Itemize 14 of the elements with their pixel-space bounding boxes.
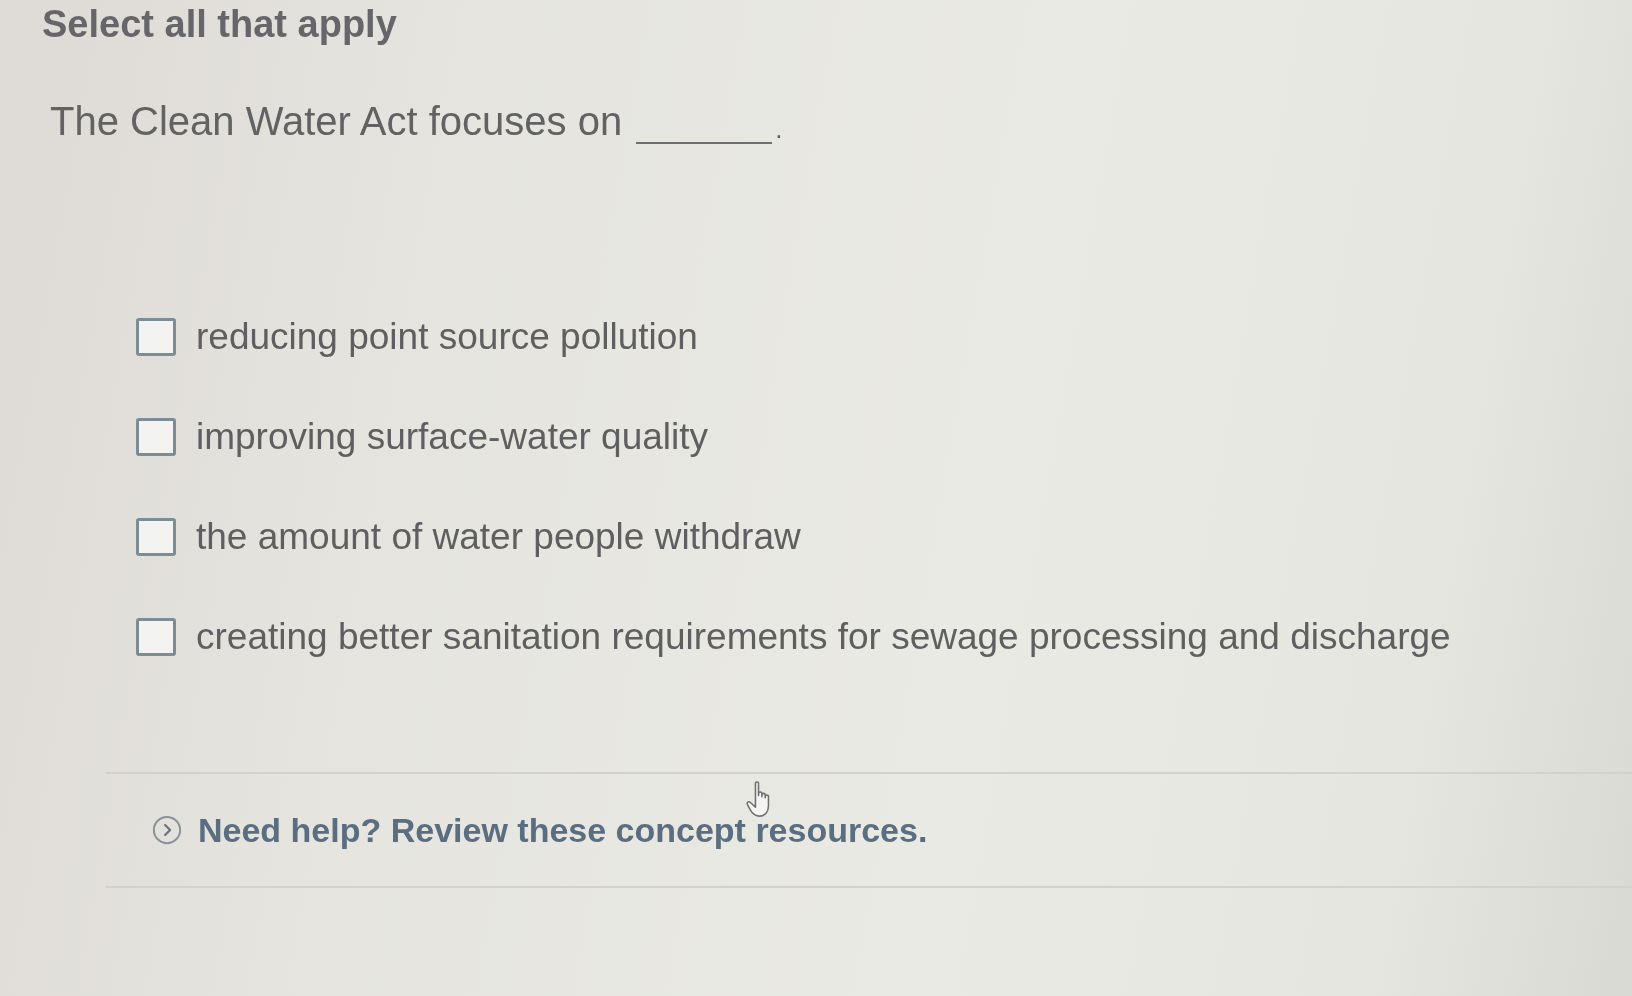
period-mark: .	[775, 114, 783, 144]
hand-cursor-icon	[746, 780, 772, 818]
option-label[interactable]: reducing point source pollution	[196, 315, 698, 359]
checkbox[interactable]	[136, 618, 176, 656]
checkbox[interactable]	[136, 318, 176, 356]
instruction-heading: Select all that apply	[42, 2, 397, 46]
option-label[interactable]: the amount of water people withdraw	[196, 515, 801, 559]
checkbox[interactable]	[136, 518, 176, 556]
checkbox[interactable]	[136, 418, 176, 456]
question-text: The Clean Water Act focuses on	[50, 98, 623, 144]
chevron-right-circle-icon[interactable]	[152, 815, 182, 845]
help-link[interactable]: Need help? Review these concept resources.	[198, 810, 928, 850]
option-label[interactable]: improving surface-water quality	[196, 415, 709, 459]
option-label[interactable]: creating better sanitation requirements for sewage processing and discharge	[196, 615, 1451, 659]
